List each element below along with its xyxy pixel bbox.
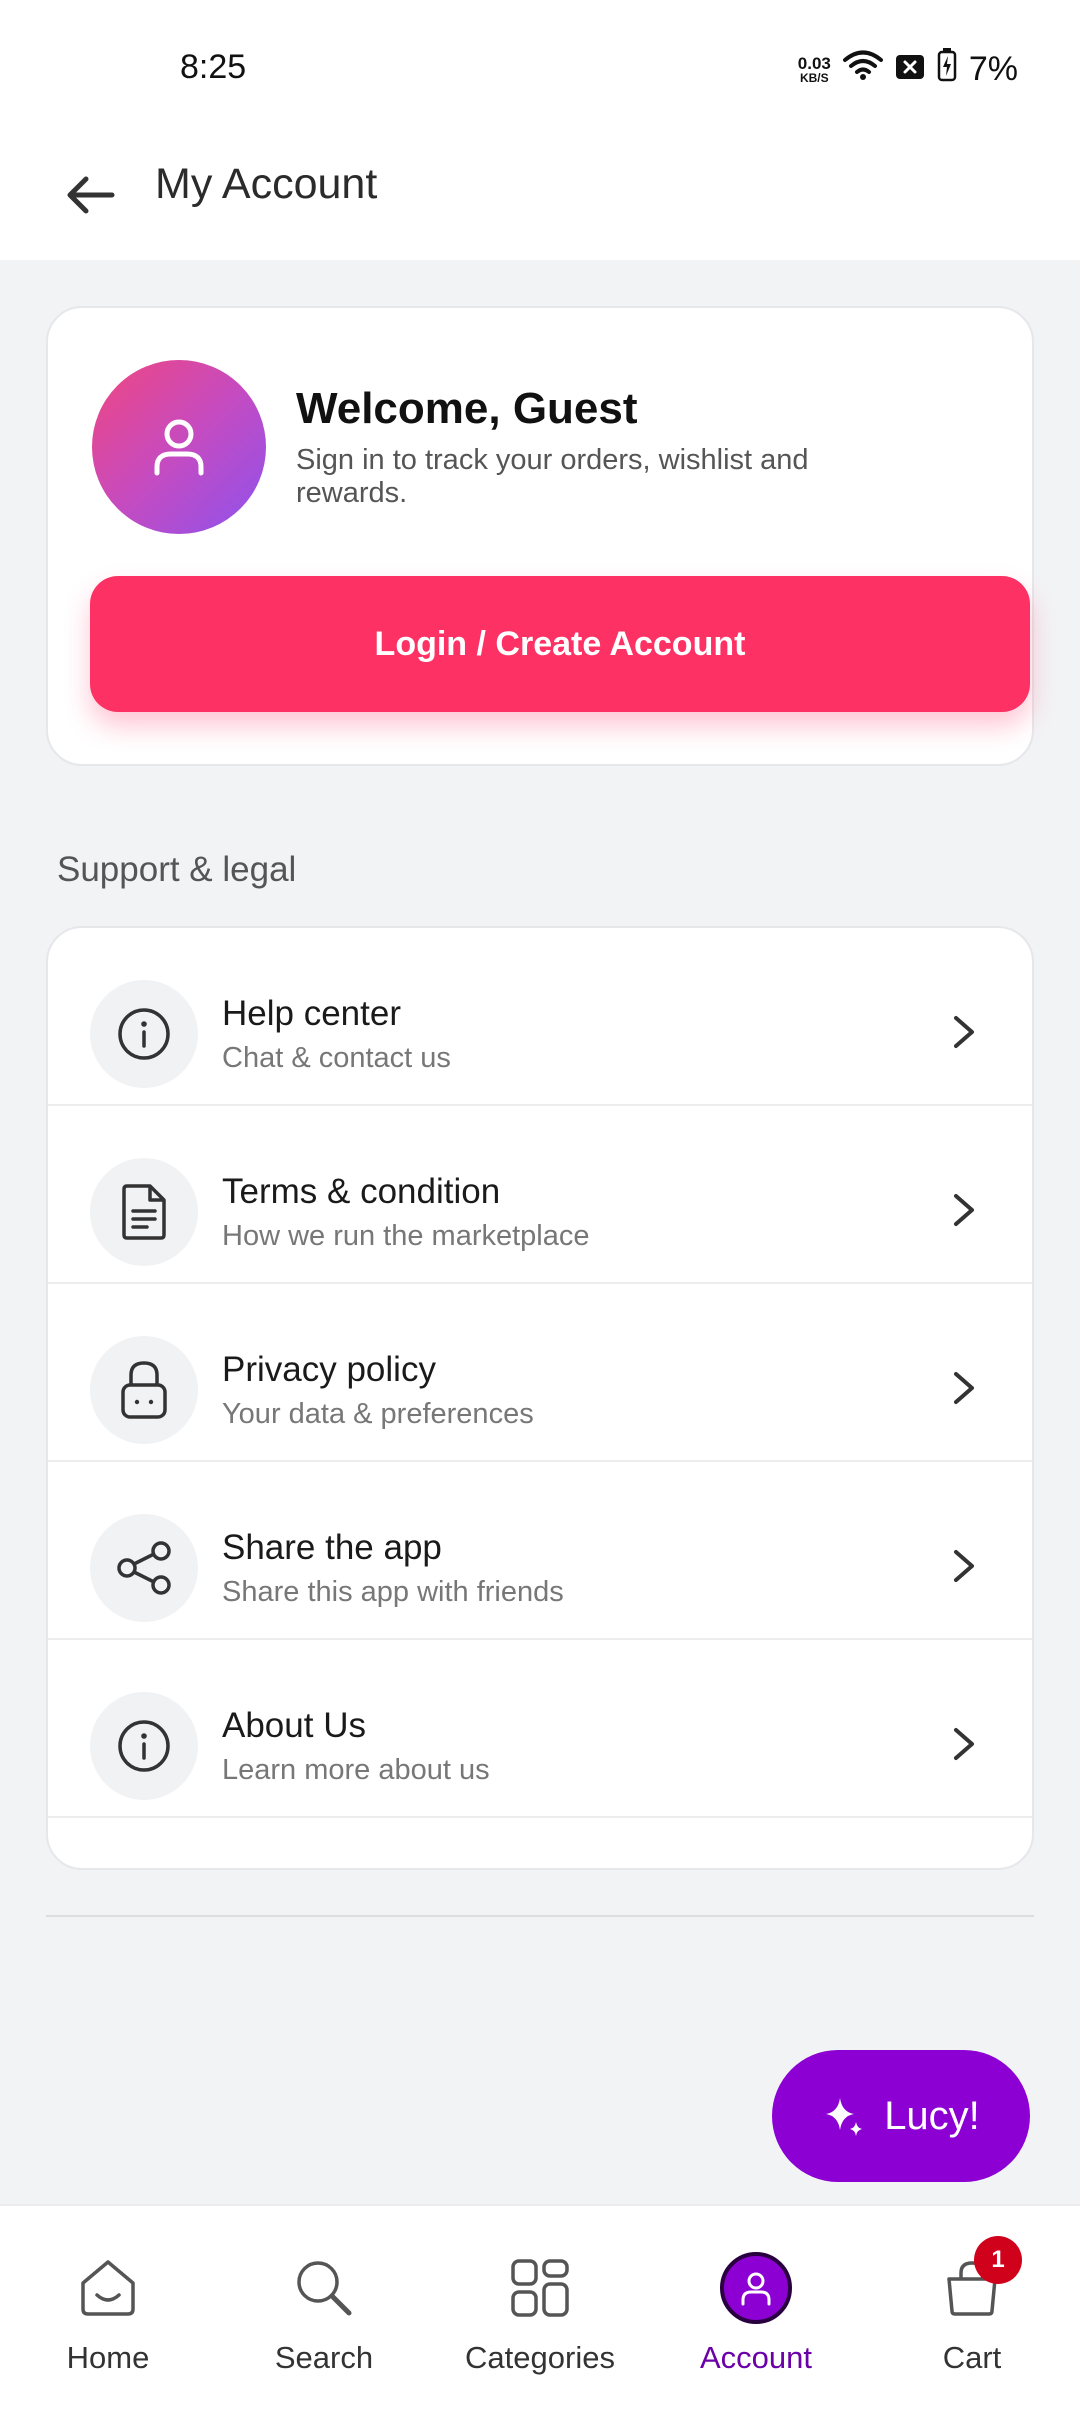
chevron-right-icon (942, 1722, 986, 1766)
status-icons: 0.03 KB/S 7% (798, 48, 1018, 91)
share-icon (90, 1514, 198, 1622)
user-icon (720, 2252, 792, 2324)
chevron-right-icon (942, 1010, 986, 1054)
chevron-right-icon (942, 1544, 986, 1588)
menu-item-privacy[interactable]: Privacy policy Your data & preferences (48, 1284, 1032, 1462)
lock-icon (90, 1336, 198, 1444)
cart-icon: 1 (932, 2236, 1022, 2328)
menu-item-subtitle: Learn more about us (222, 1754, 490, 1786)
nav-cart[interactable]: 1 Cart (864, 2206, 1080, 2412)
login-create-account-button[interactable]: Login / Create Account (90, 576, 1030, 712)
nav-label: Search (274, 2340, 374, 2375)
grid-icon (500, 2248, 580, 2328)
lucy-label: Lucy! (884, 2093, 980, 2138)
network-speed-value: 0.03 (797, 53, 831, 73)
menu-item-subtitle: How we run the marketplace (222, 1220, 590, 1252)
menu-item-title: Privacy policy (222, 1350, 436, 1389)
menu-item-title: Terms & condition (222, 1172, 501, 1211)
chevron-right-icon (942, 1366, 986, 1410)
page-title: My Account (155, 160, 378, 208)
menu-item-title: Help center (222, 994, 401, 1033)
welcome-subtitle: Sign in to track your orders, wishlist a… (296, 444, 809, 509)
welcome-title: Welcome, Guest (296, 384, 638, 433)
cart-badge: 1 (974, 2236, 1022, 2284)
support-menu: Help center Chat & contact us Terms & co… (46, 926, 1034, 1870)
network-speed-unit: KB/S (799, 70, 829, 85)
nav-account-icon-wrap (716, 2248, 796, 2328)
nav-home[interactable]: Home (0, 2206, 216, 2412)
network-speed: 0.03 KB/S (798, 55, 831, 85)
sparkle-icon (826, 2098, 863, 2136)
app-header: My Account (0, 130, 1080, 260)
info-icon (90, 980, 198, 1088)
menu-item-help-center[interactable]: Help center Chat & contact us (48, 928, 1032, 1106)
menu-item-title: Share the app (222, 1528, 442, 1567)
status-time: 8:25 (180, 48, 247, 86)
status-bar: 8:25 0.03 KB/S 7% (0, 0, 1080, 130)
nav-label: Home (66, 2340, 150, 2375)
battery-icon (937, 48, 957, 91)
nav-label: Account (699, 2340, 812, 2375)
wifi-icon (842, 49, 883, 90)
menu-item-about[interactable]: About Us Learn more about us (48, 1640, 1032, 1818)
info-icon (90, 1692, 198, 1800)
menu-item-subtitle: Share this app with friends (222, 1576, 564, 1608)
nav-account[interactable]: Account (648, 2206, 864, 2412)
user-icon (154, 419, 204, 476)
chevron-right-icon (942, 1188, 986, 1232)
avatar (92, 360, 266, 534)
menu-item-subtitle: Chat & contact us (222, 1042, 451, 1074)
bottom-navigation: Home Search Categories Account 1 Cart (0, 2204, 1080, 2412)
arrow-left-icon (67, 176, 115, 214)
nav-categories[interactable]: Categories (432, 2206, 648, 2412)
document-icon (90, 1158, 198, 1266)
back-button[interactable] (50, 155, 130, 235)
section-title-support: Support & legal (57, 850, 297, 889)
battery-level: 7% (968, 50, 1018, 88)
nav-label: Categories (465, 2340, 615, 2375)
home-icon (68, 2248, 148, 2328)
welcome-card: Welcome, Guest Sign in to track your ord… (46, 306, 1034, 766)
divider (46, 1915, 1034, 1917)
menu-item-title: About Us (222, 1706, 366, 1745)
menu-item-share[interactable]: Share the app Share this app with friend… (48, 1462, 1032, 1640)
menu-item-terms[interactable]: Terms & condition How we run the marketp… (48, 1106, 1032, 1284)
lucy-assistant-button[interactable]: Lucy! (772, 2050, 1030, 2182)
nav-label: Cart (942, 2340, 1002, 2375)
nav-search[interactable]: Search (216, 2206, 432, 2412)
search-icon (284, 2248, 364, 2328)
menu-item-subtitle: Your data & preferences (222, 1398, 534, 1430)
sim-off-icon (895, 50, 925, 89)
